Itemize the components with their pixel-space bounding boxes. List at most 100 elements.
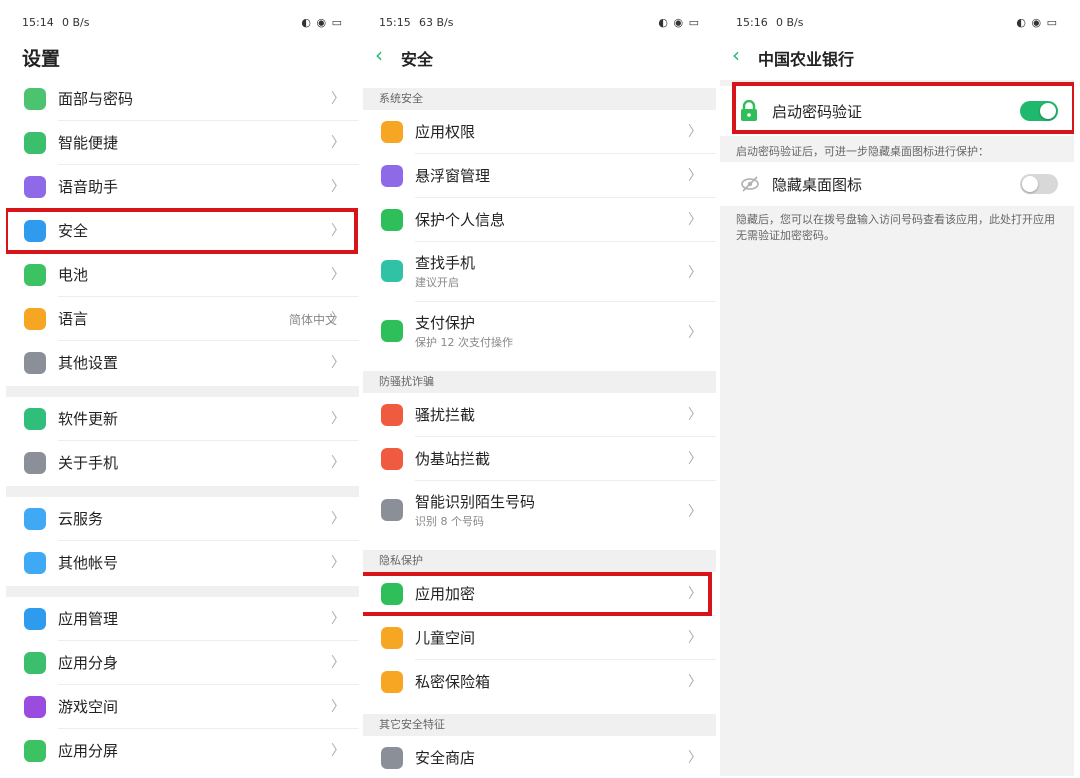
item-label: 智能便捷 <box>58 132 118 153</box>
divider <box>58 296 359 297</box>
chevron-right-icon: 〉 <box>331 696 345 716</box>
item-label: 云服务 <box>58 508 103 529</box>
section-header: 系统安全 <box>363 88 716 110</box>
list-item-permission[interactable]: 应用权限〉 <box>363 110 716 154</box>
chevron-right-icon: 〉 <box>331 176 345 196</box>
divider <box>58 728 359 729</box>
item-subtitle: 保护 12 次支付操作 <box>415 334 513 350</box>
chevron-right-icon: 〉 <box>331 452 345 472</box>
caller-id-icon <box>381 499 403 521</box>
find-phone-icon <box>381 260 403 282</box>
list-item-find-phone[interactable]: 查找手机建议开启〉 <box>363 242 716 302</box>
list-item-language[interactable]: 语言简体中文〉 <box>6 297 359 341</box>
status-bar: 15:15 63 B/s ◐ ◉ ▭ <box>363 6 716 42</box>
list-item-battery[interactable]: 电池〉 <box>6 253 359 297</box>
chevron-right-icon: 〉 <box>688 262 702 282</box>
item-label: 电池 <box>58 264 88 285</box>
item-subtitle: 建议开启 <box>415 274 459 290</box>
page-title: 安全 <box>401 46 433 70</box>
status-time: 15:15 <box>379 16 411 29</box>
personal-info-icon <box>381 209 403 231</box>
signal-icon <box>381 448 403 470</box>
back-arrow-icon[interactable]: ‹ <box>732 44 752 66</box>
list-item-split[interactable]: 应用分屏 〉 <box>6 729 359 773</box>
highlight-security <box>6 208 358 254</box>
safe-icon <box>381 671 403 693</box>
divider <box>415 153 716 154</box>
list-item-update[interactable]: 软件更新〉 <box>6 397 359 441</box>
page-title: 设置 <box>22 44 60 71</box>
chevron-right-icon: 〉 <box>331 408 345 428</box>
list-item-safe[interactable]: 私密保险箱〉 <box>363 660 716 704</box>
list-item-game[interactable]: 游戏空间〉 <box>6 685 359 729</box>
list-item-info[interactable]: 关于手机〉 <box>6 441 359 485</box>
chevron-right-icon: 〉 <box>688 404 702 424</box>
list-item-floating-window[interactable]: 悬浮窗管理〉 <box>363 154 716 198</box>
list-item-smart[interactable]: 智能便捷〉 <box>6 121 359 165</box>
list-item-caller-id[interactable]: 智能识别陌生号码识别 8 个号码〉 <box>363 481 716 541</box>
divider <box>58 540 359 541</box>
payment-icon <box>381 320 403 342</box>
list-item-signal[interactable]: 伪基站拦截 〉 <box>363 437 716 481</box>
app-lock-panel: 15:16 0 B/s ◐ ◉ ▭ ‹ 中国农业银行 启动密码验证 启动密码验证… <box>720 6 1074 776</box>
divider <box>58 684 359 685</box>
status-time: 15:16 <box>736 16 768 29</box>
item-label: 儿童空间 <box>415 627 475 648</box>
update-icon <box>24 408 46 430</box>
item-label: 伪基站拦截 <box>415 448 490 469</box>
list-item-payment[interactable]: 支付保护保护 12 次支付操作〉 <box>363 302 716 362</box>
mic-icon <box>24 176 46 198</box>
chevron-right-icon: 〉 <box>331 552 345 572</box>
item-label: 应用分身 <box>58 652 118 673</box>
settings-panel: 15:14 0 B/s ◐ ◉ ▭ 设置 面部与密码〉智能便捷〉语音助手〉安全〉… <box>6 6 359 776</box>
item-label: 骚扰拦截 <box>415 404 475 425</box>
face-icon <box>24 88 46 110</box>
divider <box>58 440 359 441</box>
list-item-apps[interactable]: 应用管理〉 <box>6 597 359 641</box>
list-item-personal-info[interactable]: 保护个人信息 〉 <box>363 198 716 242</box>
status-icons: ◐ ◉ ▭ <box>1016 16 1058 29</box>
password-note: 启动密码验证后，可进一步隐藏桌面图标进行保护： <box>736 144 1062 160</box>
chevron-right-icon: 〉 <box>688 448 702 468</box>
list-item-face[interactable]: 面部与密码〉 <box>6 77 359 121</box>
status-icons: ◐ ◉ ▭ <box>658 16 700 29</box>
item-label: 保护个人信息 <box>415 209 505 230</box>
list-item-block[interactable]: 骚扰拦截 〉 <box>363 393 716 437</box>
list-item-mic[interactable]: 语音助手〉 <box>6 165 359 209</box>
item-label: 私密保险箱 <box>415 671 490 692</box>
store-icon <box>381 747 403 769</box>
smart-icon <box>24 132 46 154</box>
divider <box>415 301 716 302</box>
section-gap <box>6 586 359 597</box>
chevron-right-icon: 〉 <box>331 740 345 760</box>
permission-icon <box>381 121 403 143</box>
item-label: 应用分屏 <box>58 740 118 761</box>
floating-window-icon <box>381 165 403 187</box>
divider <box>58 640 359 641</box>
list-item-gear[interactable]: 其他设置〉 <box>6 341 359 385</box>
list-item-child[interactable]: 儿童空间〉 <box>363 616 716 660</box>
chevron-right-icon: 〉 <box>688 322 702 342</box>
status-time: 15:14 <box>22 16 54 29</box>
item-subtitle: 识别 8 个号码 <box>415 513 484 529</box>
hide-icon-toggle[interactable] <box>1020 174 1058 194</box>
list-item-cloud[interactable]: 云服务〉 <box>6 497 359 541</box>
item-label: 悬浮窗管理 <box>415 165 490 186</box>
list-item-user[interactable]: 其他帐号〉 <box>6 541 359 585</box>
chevron-right-icon: 〉 <box>331 652 345 672</box>
divider <box>415 480 716 481</box>
split-icon <box>24 740 46 762</box>
section-header: 隐私保护 <box>363 550 716 572</box>
security-panel: 15:15 63 B/s ◐ ◉ ▭ ‹ 安全 系统安全防骚扰诈骗隐私保护其它安… <box>363 6 716 776</box>
apps-icon <box>24 608 46 630</box>
chevron-right-icon: 〉 <box>688 747 702 767</box>
chevron-right-icon: 〉 <box>688 209 702 229</box>
clone-icon <box>24 652 46 674</box>
list-item-clone[interactable]: 应用分身 〉 <box>6 641 359 685</box>
gear-icon <box>24 352 46 374</box>
game-icon <box>24 696 46 718</box>
chevron-right-icon: 〉 <box>331 308 345 328</box>
hide-icon-row[interactable]: 隐藏桌面图标 <box>720 162 1074 206</box>
list-item-store[interactable]: 安全商店〉 <box>363 736 716 776</box>
back-arrow-icon[interactable]: ‹ <box>375 44 395 66</box>
